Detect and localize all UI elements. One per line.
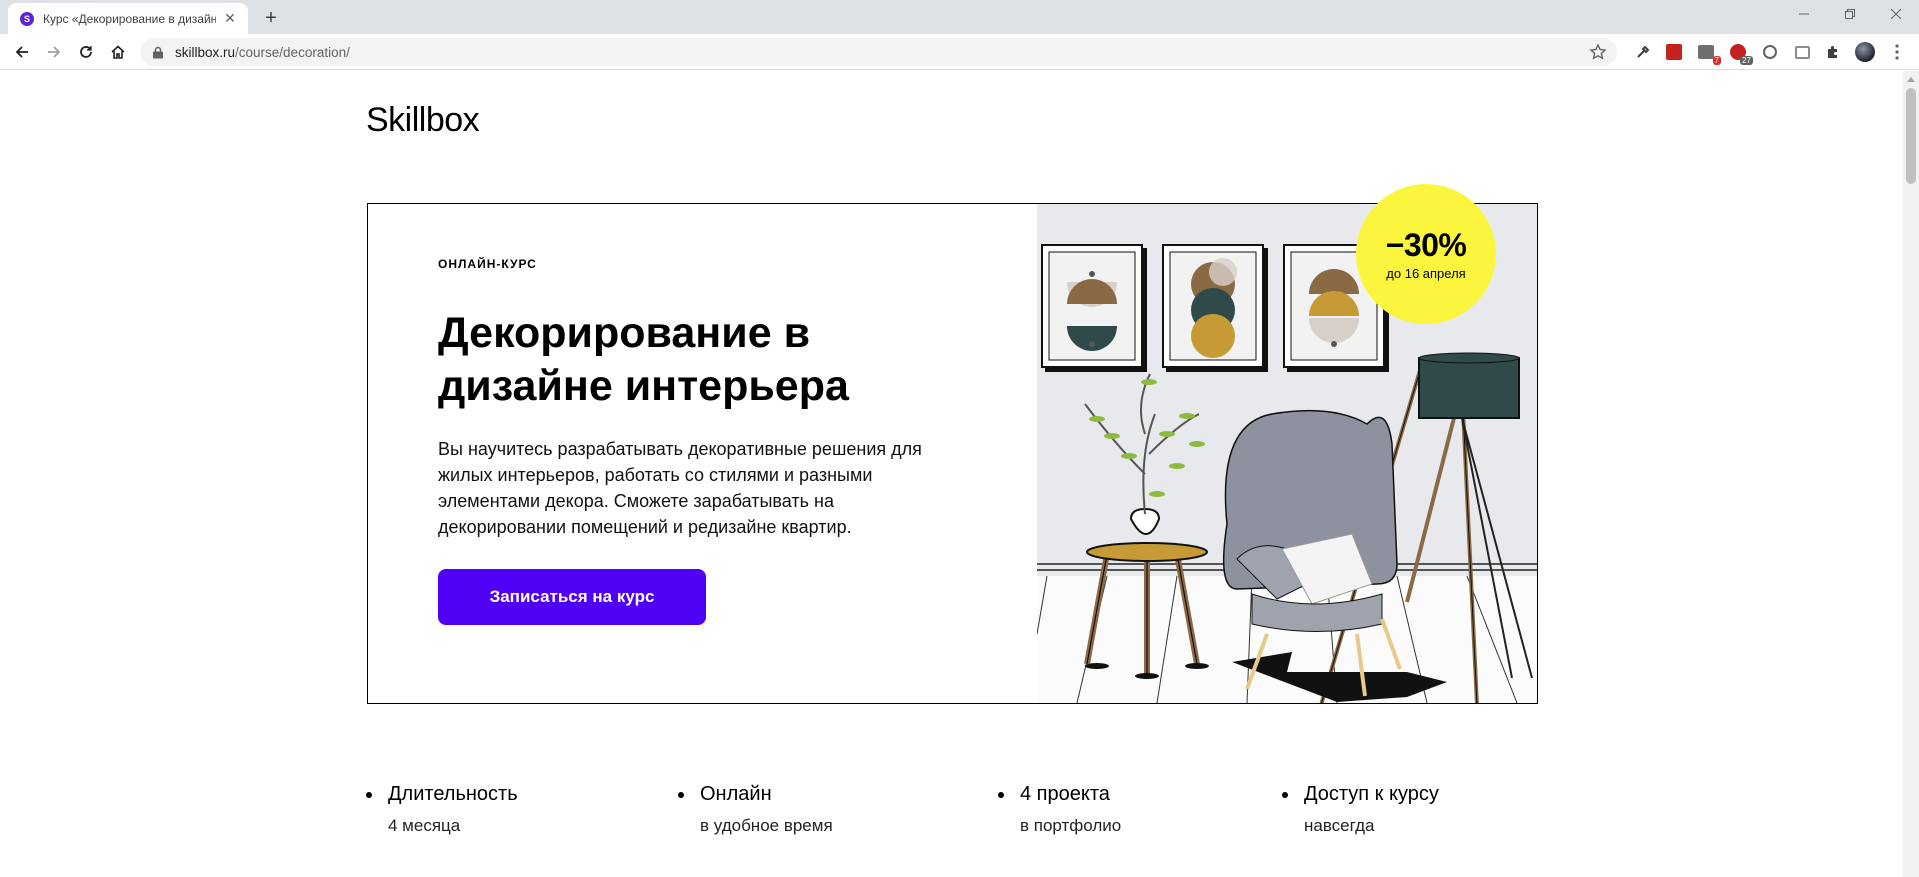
browser-toolbar: skillbox.ru/course/decoration/ 7 27 <box>0 34 1919 70</box>
adblock-icon[interactable]: 27 <box>1727 41 1753 65</box>
skillbox-favicon-icon: S <box>20 11 34 26</box>
bullet-icon <box>1282 792 1288 798</box>
page-content: Skillbox ОНЛАЙН-КУРС Декорирование в диз… <box>0 71 1903 877</box>
enroll-button[interactable]: Записаться на курс <box>438 569 706 625</box>
back-button[interactable] <box>8 38 36 66</box>
course-title: Декорирование в дизайне интерьера <box>438 309 849 410</box>
screenshot-icon[interactable] <box>1791 41 1813 63</box>
url-host: skillbox.ru <box>175 44 236 60</box>
circle-extension-icon[interactable] <box>1759 41 1781 63</box>
feature-title: 4 проекта <box>1020 783 1110 805</box>
feature-title: Длительность <box>388 783 518 805</box>
restore-window-button[interactable] <box>1827 0 1873 28</box>
bullet-icon <box>366 792 372 798</box>
reload-button[interactable] <box>72 38 100 66</box>
lock-icon[interactable] <box>152 45 166 59</box>
discount-until: до 16 апреля <box>1386 265 1466 281</box>
scroll-thumb[interactable] <box>1906 88 1916 184</box>
address-bar[interactable]: skillbox.ru/course/decoration/ <box>140 38 1617 66</box>
new-tab-button[interactable]: + <box>258 5 284 31</box>
art-frame-1 <box>1041 244 1147 372</box>
feature-subtitle: 4 месяца <box>388 816 461 835</box>
bullet-icon <box>678 792 684 798</box>
close-window-button[interactable] <box>1873 0 1919 28</box>
tab-strip: S Курс «Декорирование в дизайн ✕ + <box>0 0 1919 34</box>
puzzle-extensions-icon[interactable] <box>1822 41 1844 63</box>
reload-icon <box>80 46 92 58</box>
tab-title: Курс «Декорирование в дизайн <box>43 11 216 26</box>
arrow-left-icon <box>15 46 28 58</box>
menu-dots-icon[interactable] <box>1886 41 1908 63</box>
arrow-right-icon <box>48 46 61 58</box>
feature-title: Доступ к курсу <box>1304 783 1439 805</box>
discount-percent: −30% <box>1385 226 1467 263</box>
bookmark-star-icon[interactable] <box>1589 43 1607 61</box>
eyedropper-icon[interactable] <box>1632 41 1654 63</box>
skillbox-logo[interactable]: Skillbox <box>366 101 480 140</box>
discount-badge: −30% до 16 апреля <box>1356 184 1496 324</box>
adblock-badge-count: 27 <box>1740 56 1753 65</box>
course-features: Длительность 4 месяца Онлайн в удобное в… <box>366 783 1546 873</box>
scroll-up-arrow-icon[interactable] <box>1907 77 1915 82</box>
feature-title: Онлайн <box>700 783 772 805</box>
forward-button[interactable] <box>40 38 68 66</box>
feature-subtitle: в удобное время <box>700 816 833 835</box>
profile-avatar[interactable] <box>1854 41 1876 63</box>
page-scrollbar[interactable] <box>1903 71 1919 877</box>
feature-subtitle: навсегда <box>1304 816 1375 835</box>
browser-tab[interactable]: S Курс «Декорирование в дизайн ✕ <box>8 3 248 34</box>
close-tab-icon[interactable]: ✕ <box>222 10 238 27</box>
extension-badge-icon[interactable]: 7 <box>1695 41 1721 65</box>
extension-badge-count: 7 <box>1712 56 1721 65</box>
home-button[interactable] <box>104 38 132 66</box>
minimize-window-button[interactable] <box>1781 0 1827 28</box>
course-description: Вы научитесь разрабатывать декоративные … <box>438 439 922 537</box>
bullet-icon <box>998 792 1004 798</box>
pdf-icon[interactable] <box>1663 41 1685 63</box>
course-kicker: ОНЛАЙН-КУРС <box>438 257 537 271</box>
art-frame-2 <box>1162 244 1268 372</box>
feature-subtitle: в портфолио <box>1020 816 1122 835</box>
home-icon <box>111 45 125 59</box>
url-path: /course/decoration/ <box>235 44 350 60</box>
